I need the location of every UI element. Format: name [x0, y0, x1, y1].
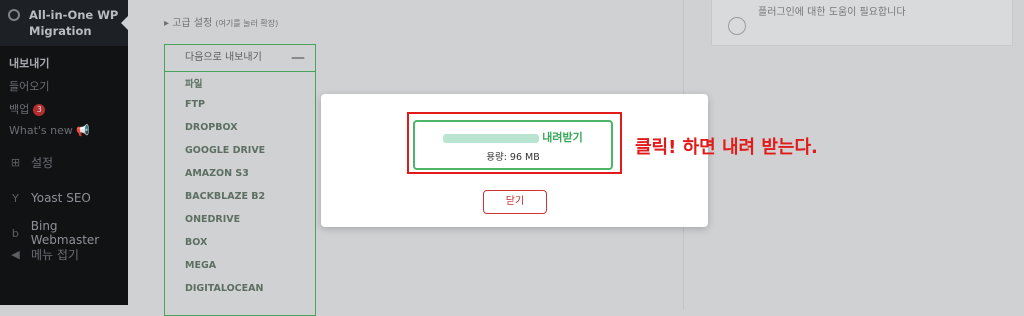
- export-to-menu: 다음으로 내보내기 — 파일 FTP DROPBOX GOOGLE DRIVE …: [164, 44, 316, 316]
- yoast-icon: Y: [12, 191, 19, 205]
- advanced-settings-hint: (여기를 눌러 확장): [215, 19, 279, 28]
- advanced-settings-toggle[interactable]: ▸ 고급 설정 (여기를 눌러 확장): [164, 14, 278, 29]
- export-option-mega[interactable]: MEGA: [185, 260, 216, 271]
- settings-icon: ⊞: [10, 156, 21, 169]
- advanced-settings-label: 고급 설정: [172, 18, 213, 29]
- current-menu-arrow-icon: [121, 16, 128, 30]
- submenu-whats-new[interactable]: What's new 📢: [9, 124, 90, 137]
- submenu-backups-label: 백업: [9, 103, 30, 116]
- plugin-logo-icon: [8, 9, 20, 21]
- export-option-amazon-s3[interactable]: AMAZON S3: [185, 168, 249, 179]
- collapse-icon: ◀: [11, 248, 20, 261]
- export-option-backblaze-b2[interactable]: BACKBLAZE B2: [185, 191, 265, 202]
- export-option-box[interactable]: BOX: [185, 237, 207, 248]
- help-text: 플러그인에 대한 도움이 필요합니다: [758, 7, 906, 18]
- triangle-right-icon: ▸: [164, 18, 170, 29]
- menu-yoast-label: Yoast SEO: [31, 191, 91, 205]
- close-button[interactable]: 닫기: [483, 190, 547, 214]
- export-option-onedrive[interactable]: ONEDRIVE: [185, 214, 240, 225]
- export-option-file[interactable]: 파일: [185, 76, 202, 90]
- menu-bing-webmaster[interactable]: b Bing Webmaster: [9, 219, 128, 247]
- submenu-import[interactable]: 들어오기: [9, 78, 49, 94]
- export-option-dropbox[interactable]: DROPBOX: [185, 122, 238, 133]
- export-option-google-drive[interactable]: GOOGLE DRIVE: [185, 145, 265, 156]
- help-panel: 플러그인에 대한 도움이 필요합니다: [711, 0, 1013, 46]
- plugin-title: All-in-One WP Migration: [29, 8, 119, 38]
- export-to-header[interactable]: 다음으로 내보내기 —: [165, 45, 315, 72]
- backup-count-badge: 3: [33, 104, 46, 116]
- help-radio[interactable]: [728, 17, 746, 35]
- plugin-menu-header[interactable]: All-in-One WP Migration: [0, 0, 128, 46]
- export-to-header-label: 다음으로 내보내기: [185, 52, 262, 63]
- menu-yoast-seo[interactable]: Y Yoast SEO: [9, 191, 91, 205]
- menu-settings[interactable]: ⊞ 설정: [9, 154, 53, 171]
- submenu-export[interactable]: 내보내기: [9, 55, 49, 71]
- export-option-digitalocean[interactable]: DIGITALOCEAN: [185, 283, 263, 294]
- menu-bing-label: Bing Webmaster: [30, 219, 100, 247]
- admin-sidebar: All-in-One WP Migration 내보내기 들어오기 백업 3 Wh…: [0, 0, 128, 305]
- bing-icon: b: [11, 226, 19, 240]
- menu-settings-label: 설정: [31, 156, 54, 170]
- highlight-box: [407, 112, 622, 174]
- annotation-text: 클릭! 하면 내려 받는다.: [635, 137, 818, 158]
- menu-collapse[interactable]: ◀ 메뉴 접기: [9, 246, 79, 263]
- export-option-ftp[interactable]: FTP: [185, 99, 205, 110]
- collapse-minus-icon: —: [291, 50, 305, 66]
- submenu-backups[interactable]: 백업 3: [9, 101, 46, 117]
- menu-collapse-label: 메뉴 접기: [31, 248, 79, 262]
